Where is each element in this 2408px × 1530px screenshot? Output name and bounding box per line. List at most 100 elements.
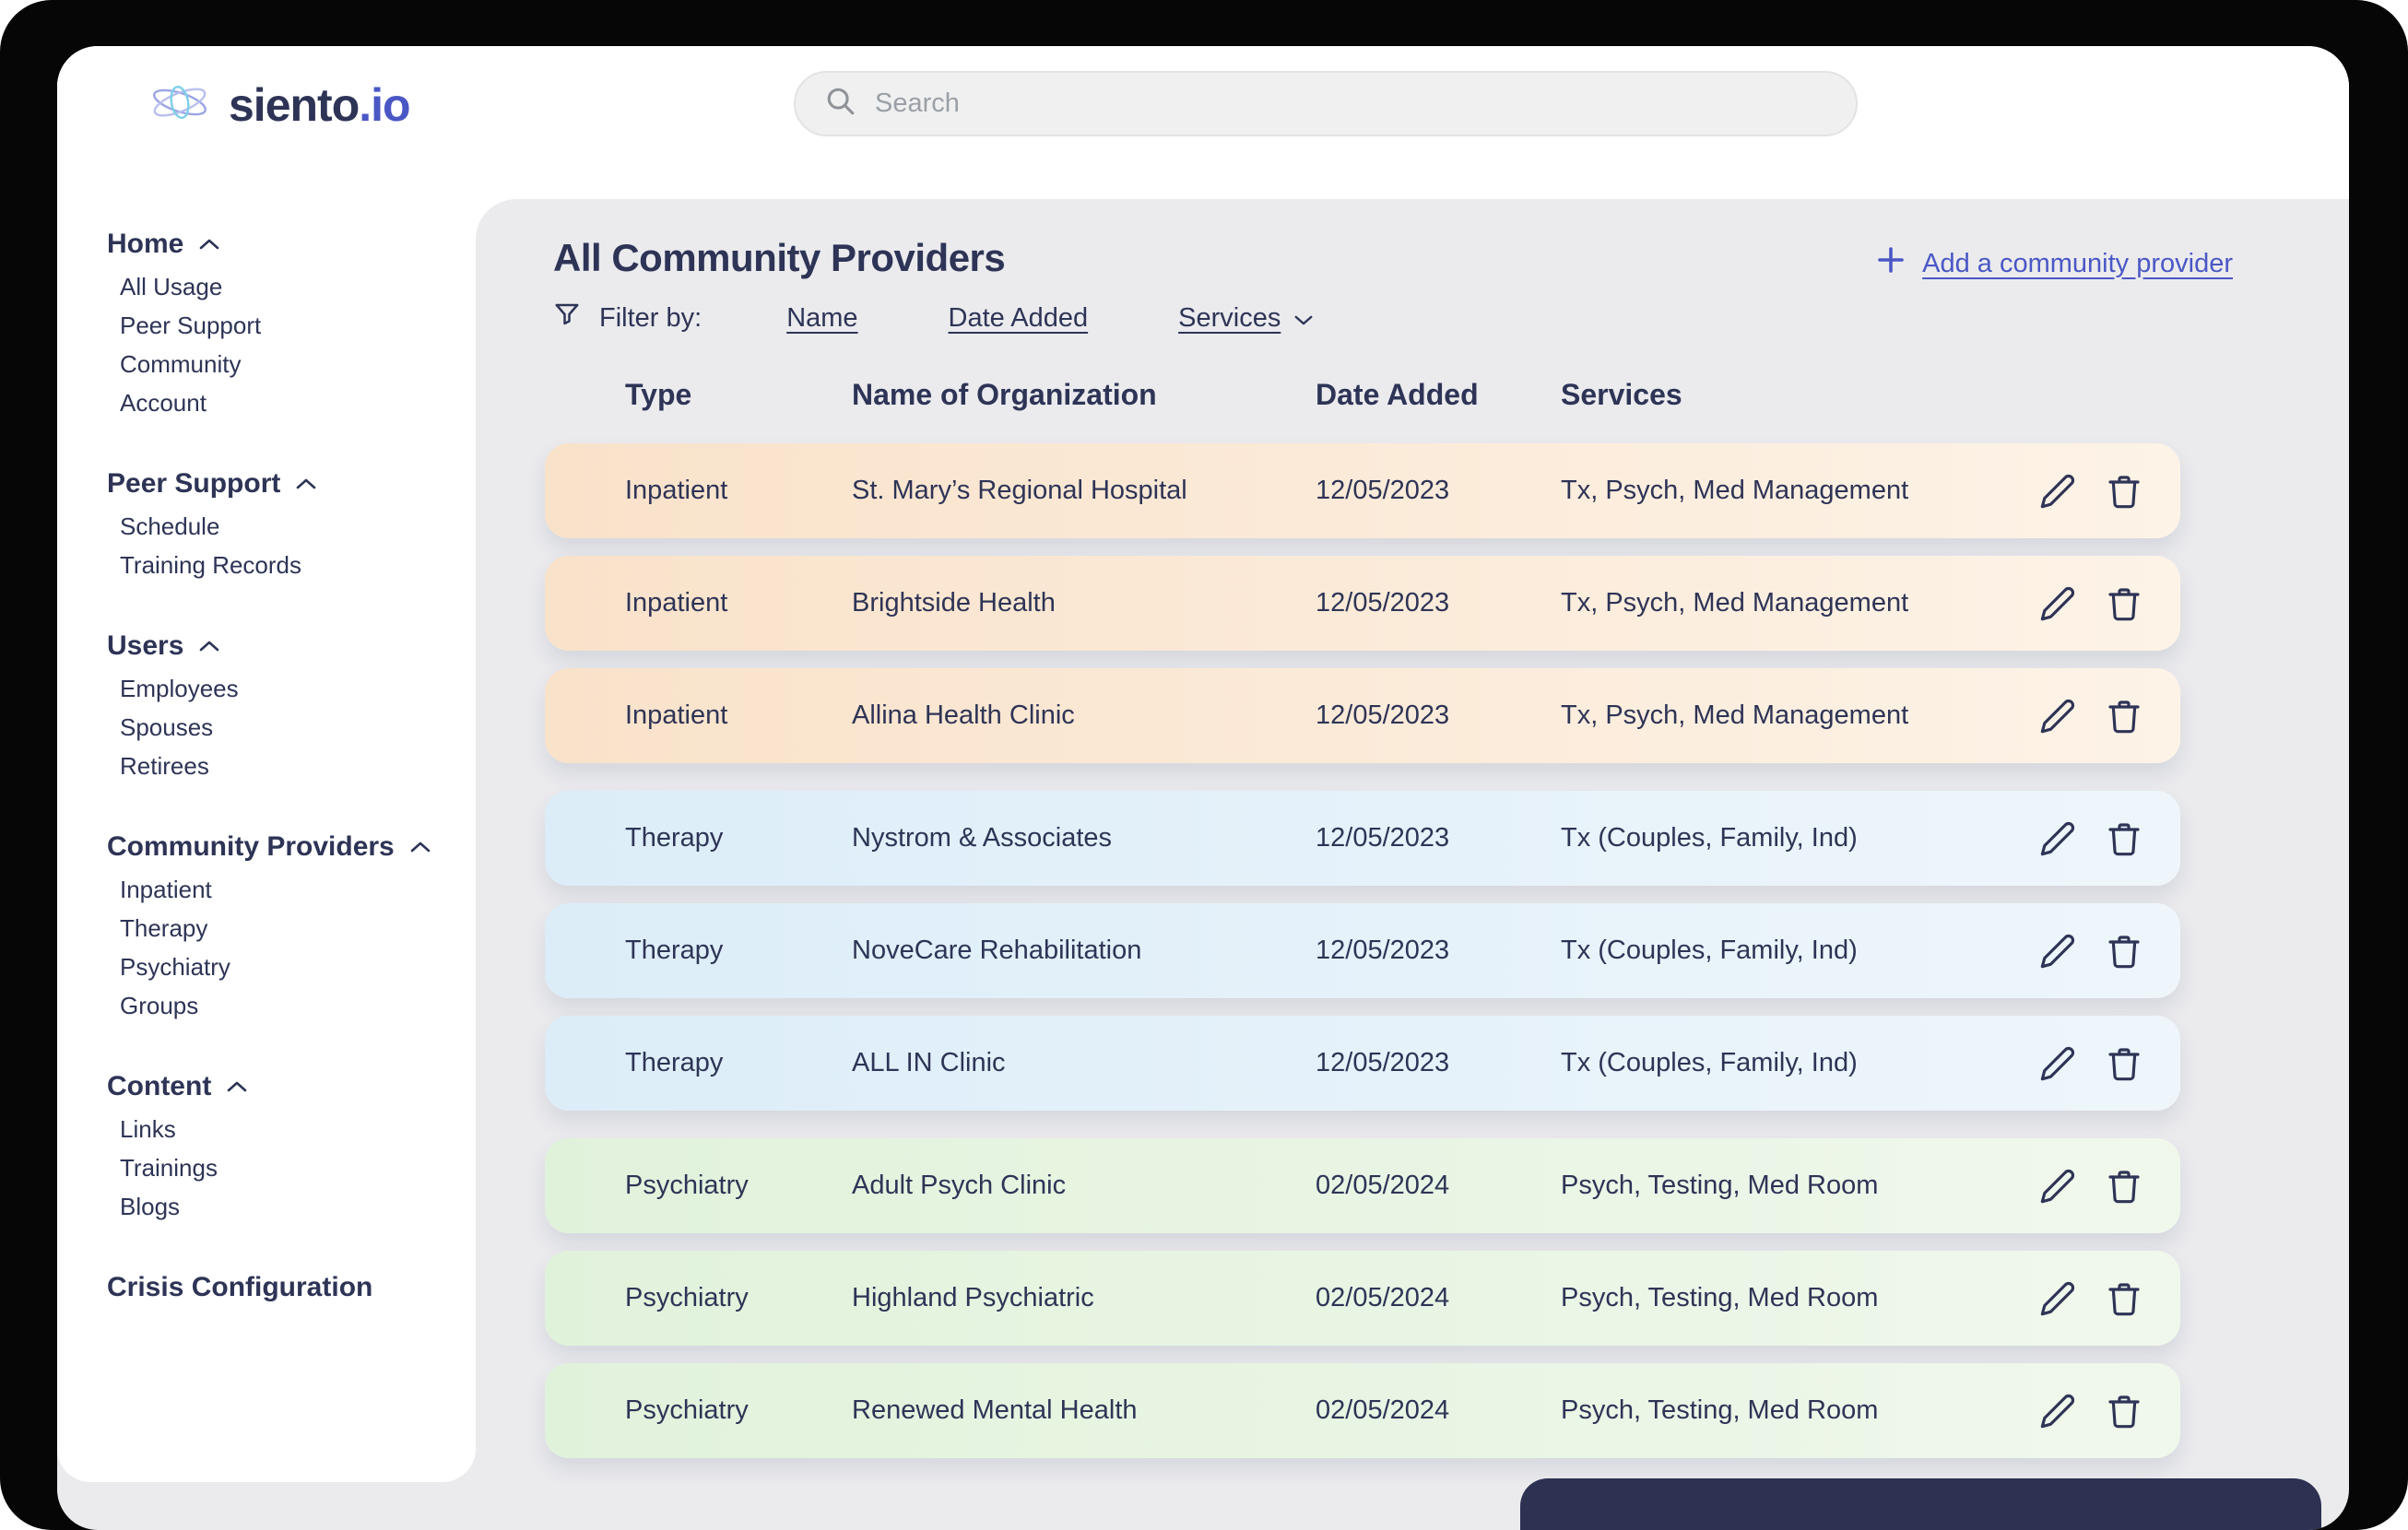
sidebar-item-therapy[interactable]: Therapy [120, 909, 476, 947]
sidebar-section-home-toggle[interactable]: Home [107, 223, 476, 265]
sidebar-item-community[interactable]: Community [120, 345, 476, 383]
cell-date: 12/05/2023 [1316, 936, 1450, 965]
cell-services: Tx, Psych, Med Management [1561, 476, 1909, 505]
cell-type: Inpatient [625, 700, 728, 730]
filter-by-label: Filter by: [599, 302, 702, 333]
main-content: All Community Providers Add a community … [476, 199, 2349, 1530]
sidebar-item-blogs[interactable]: Blogs [120, 1187, 476, 1226]
sidebar-item-retirees[interactable]: Retirees [120, 747, 476, 785]
delete-button[interactable] [2105, 1279, 2143, 1318]
cell-type: Therapy [625, 1048, 724, 1077]
cell-date: 12/05/2023 [1316, 476, 1450, 505]
sidebar-section-peer-support-toggle[interactable]: Peer Support [107, 463, 476, 505]
table-row: Psychiatry Highland Psychiatric 02/05/20… [545, 1251, 2180, 1346]
cell-type: Psychiatry [625, 1395, 749, 1425]
delete-button[interactable] [2105, 1044, 2143, 1083]
filter-name[interactable]: Name [786, 303, 857, 334]
search-icon [825, 86, 856, 122]
section-label: Crisis Configuration [107, 1272, 373, 1302]
delete-button[interactable] [2105, 584, 2143, 623]
table-row: Therapy NoveCare Rehabilitation 12/05/20… [545, 903, 2180, 998]
cell-services: Psych, Testing, Med Room [1561, 1395, 1879, 1425]
app-window: Home All Usage Peer Support Community Ac… [57, 46, 2349, 1530]
cell-date: 12/05/2023 [1316, 1048, 1450, 1077]
delete-button[interactable] [2105, 1392, 2143, 1430]
edit-button[interactable] [2038, 1044, 2077, 1083]
filter-services[interactable]: Services [1178, 303, 1314, 334]
column-header-type: Type [625, 378, 692, 411]
column-header-services: Services [1561, 378, 1682, 411]
sidebar-section-community-providers-toggle[interactable]: Community Providers [107, 826, 476, 868]
sidebar-item-crisis-configuration[interactable]: Crisis Configuration [107, 1266, 476, 1309]
sidebar-item-links[interactable]: Links [120, 1110, 476, 1148]
cell-date: 02/05/2024 [1316, 1171, 1450, 1200]
edit-button[interactable] [2038, 697, 2077, 736]
chevron-up-icon [198, 640, 220, 653]
sidebar-item-spouses[interactable]: Spouses [120, 708, 476, 747]
cell-name: NoveCare Rehabilitation [852, 936, 1142, 965]
delete-button[interactable] [2105, 819, 2143, 858]
sidebar-item-employees[interactable]: Employees [120, 669, 476, 708]
cell-date: 02/05/2024 [1316, 1283, 1450, 1312]
search-input[interactable] [875, 88, 1826, 119]
edit-button[interactable] [2038, 1392, 2077, 1430]
edit-button[interactable] [2038, 1167, 2077, 1206]
cell-services: Tx, Psych, Med Management [1561, 588, 1909, 618]
cell-type: Psychiatry [625, 1283, 749, 1312]
column-header-name: Name of Organization [852, 378, 1157, 411]
delete-button[interactable] [2105, 472, 2143, 511]
section-label: Users [107, 630, 184, 661]
cell-type: Therapy [625, 936, 724, 965]
cell-services: Psych, Testing, Med Room [1561, 1283, 1879, 1312]
column-header-date: Date Added [1316, 378, 1479, 411]
provider-table: Inpatient St. Mary’s Regional Hospital 1… [545, 443, 2180, 1458]
section-label: Content [107, 1071, 212, 1101]
table-row: Inpatient Brightside Health 12/05/2023 T… [545, 556, 2180, 651]
table-row: Inpatient Allina Health Clinic 12/05/202… [545, 668, 2180, 763]
table-row: Psychiatry Renewed Mental Health 02/05/2… [545, 1363, 2180, 1458]
content-corner-round [476, 199, 516, 240]
cell-date: 02/05/2024 [1316, 1395, 1450, 1425]
table-row: Therapy Nystrom & Associates 12/05/2023 … [545, 791, 2180, 886]
sidebar-item-all-usage[interactable]: All Usage [120, 267, 476, 306]
plus-icon [1876, 245, 1906, 282]
table-row: Therapy ALL IN Clinic 12/05/2023 Tx (Cou… [545, 1016, 2180, 1111]
sidebar-item-training-records[interactable]: Training Records [120, 546, 476, 584]
logo-icon [146, 74, 214, 135]
filter-date-added[interactable]: Date Added [949, 303, 1089, 334]
top-header: siento.io [57, 46, 2349, 199]
sidebar-item-trainings[interactable]: Trainings [120, 1148, 476, 1187]
cell-name: St. Mary’s Regional Hospital [852, 476, 1187, 505]
sidebar-item-psychiatry[interactable]: Psychiatry [120, 947, 476, 986]
section-label: Peer Support [107, 468, 281, 499]
cell-type: Therapy [625, 823, 724, 853]
cell-date: 12/05/2023 [1316, 700, 1450, 730]
sidebar-section-content-toggle[interactable]: Content [107, 1065, 476, 1108]
add-community-provider-link[interactable]: Add a community provider [1876, 245, 2233, 282]
delete-button[interactable] [2105, 697, 2143, 736]
delete-button[interactable] [2105, 1167, 2143, 1206]
sidebar-item-inpatient[interactable]: Inpatient [120, 870, 476, 909]
delete-button[interactable] [2105, 932, 2143, 971]
sidebar-section-crisis-configuration: Crisis Configuration [107, 1266, 476, 1309]
edit-button[interactable] [2038, 819, 2077, 858]
cell-date: 12/05/2023 [1316, 823, 1450, 853]
section-label: Home [107, 229, 184, 259]
cell-name: Nystrom & Associates [852, 823, 1113, 853]
sidebar-section-home: Home All Usage Peer Support Community Ac… [107, 223, 476, 422]
edit-button[interactable] [2038, 1279, 2077, 1318]
sidebar-section-content: Content Links Trainings Blogs [107, 1065, 476, 1226]
edit-button[interactable] [2038, 472, 2077, 511]
section-label: Community Providers [107, 831, 395, 862]
edit-button[interactable] [2038, 584, 2077, 623]
sidebar-section-users-toggle[interactable]: Users [107, 625, 476, 667]
edit-button[interactable] [2038, 932, 2077, 971]
chevron-up-icon [409, 841, 431, 853]
sidebar-item-peer-support[interactable]: Peer Support [120, 306, 476, 345]
add-community-provider-label: Add a community provider [1922, 248, 2233, 278]
sidebar-item-groups[interactable]: Groups [120, 986, 476, 1025]
cell-services: Tx, Psych, Med Management [1561, 700, 1909, 730]
sidebar-item-schedule[interactable]: Schedule [120, 507, 476, 546]
sidebar-item-account[interactable]: Account [120, 383, 476, 422]
cell-name: Allina Health Clinic [852, 700, 1075, 730]
